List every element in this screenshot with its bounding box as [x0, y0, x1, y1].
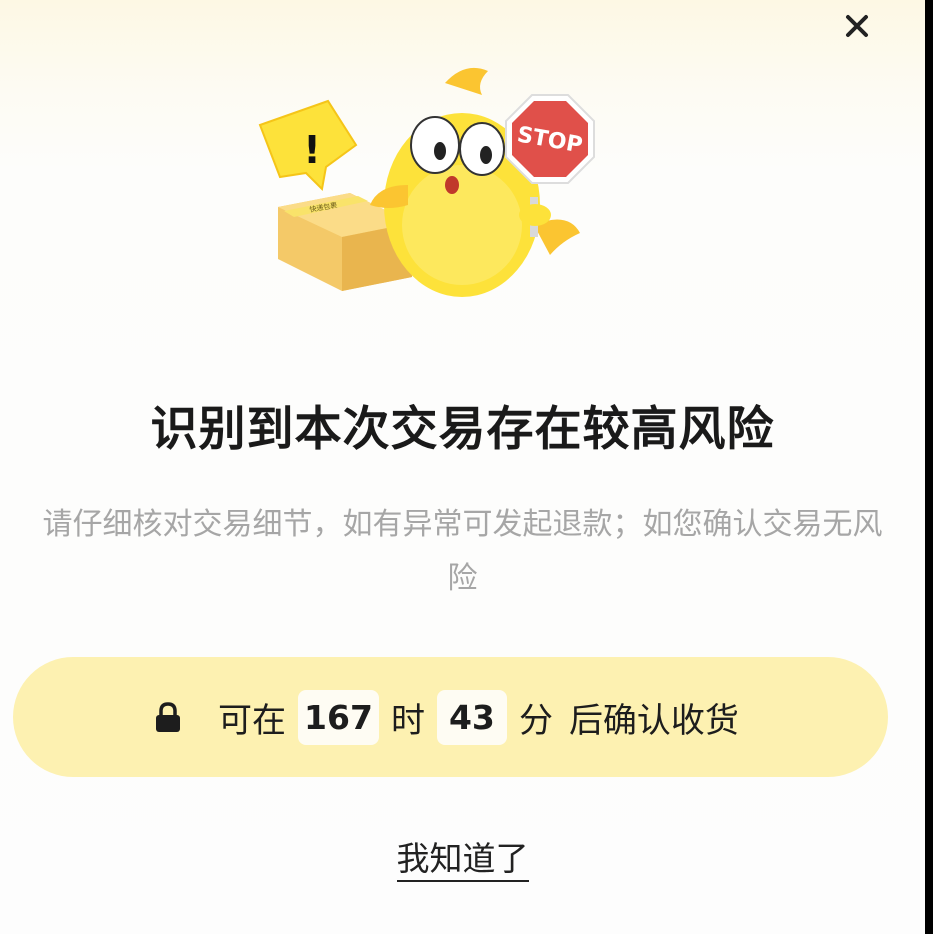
lock-icon	[156, 702, 181, 732]
svg-text:!: !	[303, 128, 320, 172]
stop-sign-icon: STOP	[505, 94, 595, 237]
acknowledge-row: 我知道了	[0, 832, 925, 882]
acknowledge-button[interactable]: 我知道了	[396, 839, 529, 882]
alert-bubble-icon: !	[258, 99, 358, 192]
confirm-receipt-countdown: 可在 167 时 43 分 后确认收货	[13, 657, 888, 777]
risk-warning-dialog: ! 快递包裹 STOP 识别到本次交易存在较高风险 请仔细核对交易细节，如有异常…	[0, 0, 925, 934]
countdown-suffix: 后确认收货	[568, 700, 739, 741]
countdown-minutes: 43	[436, 689, 507, 745]
countdown-prefix: 可在	[218, 700, 287, 741]
countdown-minutes-unit: 分	[518, 700, 553, 741]
mascot-stop-illustration: ! 快递包裹 STOP	[258, 67, 595, 297]
dialog-title: 识别到本次交易存在较高风险	[150, 402, 775, 457]
countdown-hours: 167	[298, 689, 379, 745]
close-button[interactable]	[828, 0, 886, 52]
screen-edge	[925, 0, 933, 934]
countdown-hours-unit: 时	[390, 700, 425, 741]
close-icon	[846, 15, 868, 37]
dialog-description: 请仔细核对交易细节，如有异常可发起退款；如您确认交易无风险	[42, 507, 883, 596]
